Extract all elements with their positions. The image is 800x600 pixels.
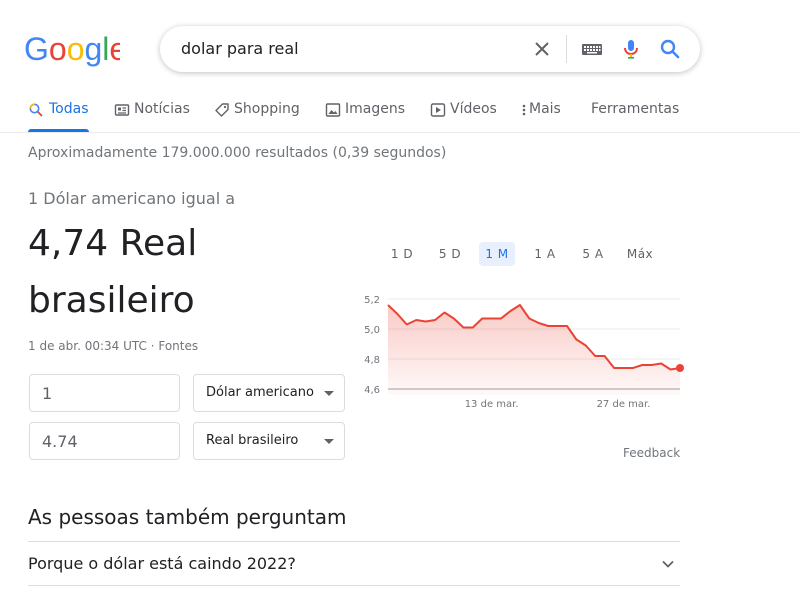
search-input[interactable]: dolar para real — [181, 39, 299, 58]
y-tick-label: 5,0 — [364, 325, 380, 336]
converter-timestamp: 1 de abr. 00:34 UTC — [28, 339, 147, 353]
exchange-rate-chart[interactable]: 5,2 5,0 4,8 4,6 13 de mar. 27 de mar. — [358, 285, 688, 415]
converter-separator: · — [146, 339, 159, 353]
tab-todas[interactable]: Todas — [28, 100, 90, 132]
keyboard-icon[interactable] — [580, 37, 604, 61]
y-tick-label: 4,8 — [364, 355, 380, 366]
converter-date: 1 de abr. 00:34 UTC · Fontes — [28, 339, 198, 353]
search-divider — [566, 35, 567, 63]
y-tick-label: 4,6 — [364, 385, 380, 396]
result-stats: Aproximadamente 179.000.000 resultados (… — [28, 145, 447, 161]
converter-label: 1 Dólar americano igual a — [28, 189, 236, 208]
sources-link[interactable]: Fontes — [158, 339, 198, 353]
play-icon — [430, 103, 446, 117]
range-max[interactable]: Máx — [622, 242, 658, 266]
from-currency-select[interactable]: Dólar americano — [193, 374, 345, 412]
y-tick-label: 5,2 — [364, 295, 380, 306]
x-tick-label: 13 de mar. — [465, 399, 519, 410]
range-1m[interactable]: 1 M — [479, 242, 515, 266]
to-amount-input[interactable] — [29, 422, 180, 460]
to-currency-label: Real brasileiro — [206, 433, 299, 448]
tab-label: Imagens — [345, 101, 406, 117]
x-tick-label: 27 de mar. — [597, 399, 651, 410]
tab-label: Ferramentas — [591, 101, 680, 117]
chevron-down-icon — [324, 439, 334, 444]
more-icon — [522, 104, 526, 116]
range-1d[interactable]: 1 D — [384, 242, 420, 266]
people-also-ask-question[interactable]: Porque o dólar está caindo 2022? — [28, 542, 680, 586]
feedback-link[interactable]: Feedback — [623, 446, 680, 460]
tab-label: Mais — [529, 101, 561, 117]
divider — [28, 585, 680, 586]
chevron-down-icon — [662, 560, 674, 568]
tabs-divider — [0, 132, 800, 133]
search-icon — [29, 103, 43, 117]
to-currency-select[interactable]: Real brasileiro — [193, 422, 345, 460]
tag-icon — [215, 103, 229, 117]
close-icon[interactable] — [530, 37, 554, 61]
range-5d[interactable]: 5 D — [432, 242, 468, 266]
search-box[interactable]: dolar para real — [160, 26, 700, 72]
search-icon[interactable] — [658, 37, 682, 61]
news-icon — [114, 104, 130, 116]
from-amount-input[interactable] — [29, 374, 180, 412]
tab-label: Vídeos — [450, 101, 497, 117]
tab-label: Shopping — [234, 101, 300, 117]
range-1a[interactable]: 1 A — [527, 242, 563, 266]
people-also-ask-title: As pessoas também perguntam — [28, 505, 347, 529]
chevron-down-icon — [324, 391, 334, 396]
question-text: Porque o dólar está caindo 2022? — [28, 554, 296, 573]
converter-value: 4,74 Real brasileiro — [28, 223, 198, 321]
google-logo[interactable]: Google — [24, 30, 120, 70]
range-5a[interactable]: 5 A — [575, 242, 611, 266]
svg-text:Google: Google — [24, 31, 120, 67]
from-currency-label: Dólar americano — [206, 385, 314, 400]
tab-label: Todas — [49, 101, 89, 117]
chart-area — [388, 305, 680, 395]
tab-label: Notícias — [134, 101, 190, 117]
image-icon — [325, 103, 341, 117]
microphone-icon[interactable] — [619, 37, 643, 61]
chart-current-point — [676, 364, 684, 372]
